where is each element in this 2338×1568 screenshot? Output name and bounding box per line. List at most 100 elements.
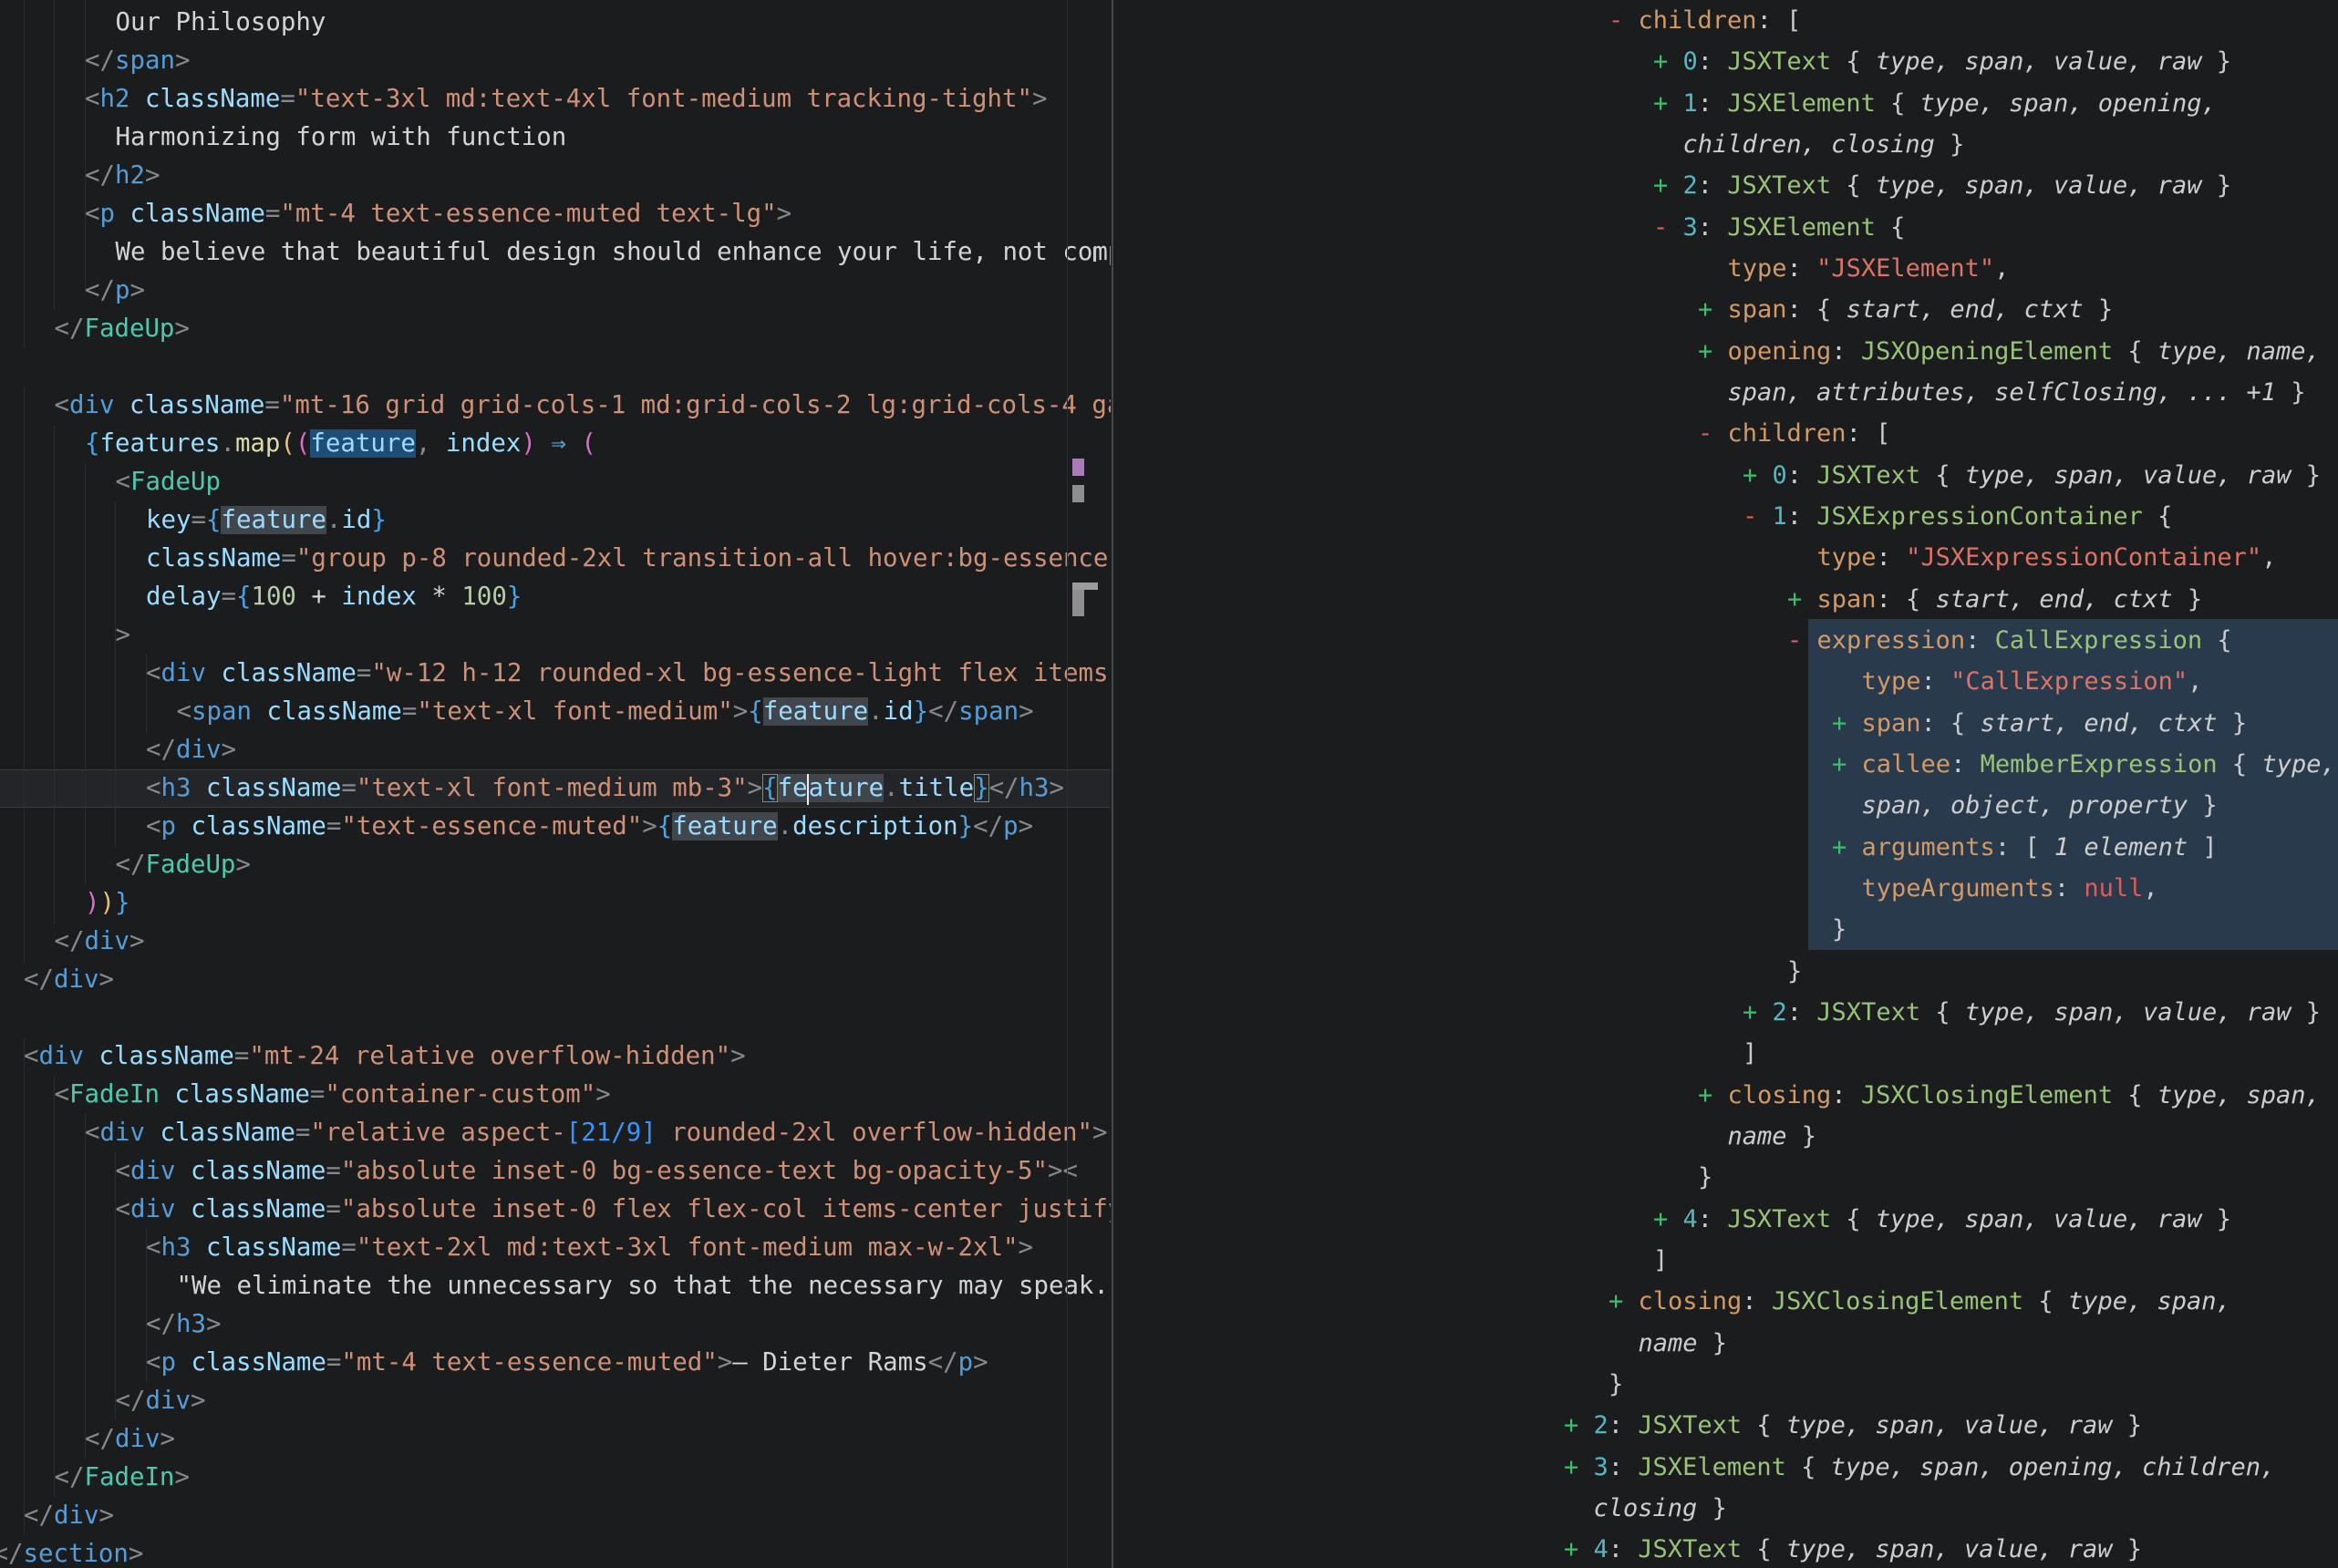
ast-row[interactable]: + 2: JSXText { type, span, value, raw } xyxy=(1564,1405,2142,1446)
ast-row[interactable]: + closing: JSXClosingElement { type, spa… xyxy=(1609,1281,2231,1322)
expand-icon[interactable]: + xyxy=(1832,833,1862,861)
code-line[interactable]: Harmonizing form with function xyxy=(116,119,567,157)
ast-row[interactable]: + 1: JSXElement { type, span, opening, xyxy=(1653,83,2217,124)
code-line[interactable]: <div className="mt-16 grid grid-cols-1 m… xyxy=(55,387,1112,425)
code-line[interactable]: <FadeUp xyxy=(116,463,221,501)
expand-icon[interactable]: + xyxy=(1653,1205,1683,1233)
collapse-icon[interactable]: - xyxy=(1787,626,1817,655)
ast-row[interactable]: + 0: JSXText { type, span, value, raw } xyxy=(1653,41,2231,82)
code-line[interactable]: </FadeUp> xyxy=(116,846,251,884)
code-line[interactable]: <FadeIn className="container-custom"> xyxy=(55,1076,611,1114)
expand-icon[interactable]: + xyxy=(1698,1081,1728,1109)
expand-icon[interactable]: + xyxy=(1832,750,1862,779)
expand-icon[interactable]: + xyxy=(1653,47,1683,76)
code-line[interactable]: Our Philosophy xyxy=(116,4,326,42)
expand-icon[interactable]: + xyxy=(1743,461,1773,490)
ast-row[interactable]: - children: [ xyxy=(1609,0,1801,41)
code-line[interactable]: <div className="w-12 h-12 rounded-xl bg-… xyxy=(146,655,1111,693)
code-line[interactable]: > xyxy=(116,616,131,655)
code-line[interactable]: <h2 className="text-3xl md:text-4xl font… xyxy=(85,80,1047,119)
ast-row[interactable]: + 3: JSXElement { type, span, opening, c… xyxy=(1564,1447,2275,1488)
code-line[interactable]: </section> xyxy=(0,1535,143,1568)
code-line[interactable]: "We eliminate the unnecessary so that th… xyxy=(177,1267,1112,1305)
ast-row[interactable]: ] xyxy=(1653,1240,1668,1281)
ast-row[interactable]: type: "JSXExpressionContainer", xyxy=(1787,537,2276,578)
code-line[interactable]: </div> xyxy=(85,1420,175,1459)
code-line[interactable]: </h3> xyxy=(146,1305,221,1344)
code-line[interactable]: </FadeIn> xyxy=(55,1459,190,1497)
ast-row[interactable]: typeArguments: null, xyxy=(1832,868,2158,909)
code-line[interactable]: <div className="absolute inset-0 flex fl… xyxy=(116,1191,1112,1229)
ast-row[interactable]: } xyxy=(1609,1364,1623,1405)
ast-row[interactable]: name } xyxy=(1609,1323,1727,1364)
ast-row[interactable]: type: "JSXElement", xyxy=(1698,248,2009,289)
ast-row[interactable]: + 4: JSXText { type, span, value, raw } xyxy=(1653,1199,2231,1240)
ast-row[interactable]: - 1: JSXExpressionContainer { xyxy=(1743,496,2172,537)
ast-row[interactable]: + opening: JSXOpeningElement { type, nam… xyxy=(1698,331,2321,372)
ast-row[interactable]: + callee: MemberExpression { type, xyxy=(1832,744,2336,785)
code-line[interactable]: <span className="text-xl font-medium">{f… xyxy=(177,693,1034,731)
ast-row[interactable]: } xyxy=(1698,1157,1712,1198)
code-line[interactable]: </div> xyxy=(116,1382,206,1420)
code-line[interactable]: className="group p-8 rounded-2xl transit… xyxy=(146,540,1111,578)
code-line[interactable]: </div> xyxy=(24,961,114,999)
code-line[interactable]: </div> xyxy=(55,923,145,961)
expand-icon[interactable]: + xyxy=(1564,1453,1594,1481)
ast-row[interactable]: children, closing } xyxy=(1653,124,1964,165)
ast-row[interactable]: + span: { start, end, ctxt } xyxy=(1698,289,2113,330)
expand-icon[interactable]: + xyxy=(1698,337,1728,366)
expand-icon[interactable]: + xyxy=(1787,585,1817,614)
code-line[interactable]: </div> xyxy=(24,1497,114,1535)
code-line[interactable]: <p className="text-essence-muted">{featu… xyxy=(146,808,1033,846)
code-editor-pane[interactable]: Our Philosophy</span><h2 className="text… xyxy=(0,0,1111,1568)
ast-row[interactable]: + span: { start, end, ctxt } xyxy=(1832,703,2247,744)
expand-icon[interactable]: + xyxy=(1609,1287,1639,1315)
code-line[interactable]: key={feature.id} xyxy=(146,501,387,540)
code-line[interactable]: We believe that beautiful design should … xyxy=(116,233,1112,272)
collapse-icon[interactable]: - xyxy=(1653,213,1683,242)
pane-divider[interactable] xyxy=(1112,0,1113,1568)
ast-row[interactable]: + 2: JSXText { type, span, value, raw } xyxy=(1743,992,2321,1033)
ast-row[interactable]: closing } xyxy=(1564,1488,1727,1529)
ast-row[interactable]: + closing: JSXClosingElement { type, spa… xyxy=(1698,1075,2321,1116)
expand-icon[interactable]: + xyxy=(1832,709,1862,738)
code-line[interactable]: <div className="relative aspect-[21/9] r… xyxy=(85,1114,1107,1152)
code-line[interactable]: ))} xyxy=(85,884,130,923)
code-line[interactable]: </FadeUp> xyxy=(55,310,190,348)
code-line[interactable]: </h2> xyxy=(85,157,160,195)
expand-icon[interactable]: + xyxy=(1653,171,1683,200)
code-line[interactable]: <h3 className="text-xl font-medium mb-3"… xyxy=(146,769,1064,808)
ast-row[interactable]: } xyxy=(1832,909,1847,950)
code-line[interactable]: <div className="mt-24 relative overflow-… xyxy=(24,1037,746,1076)
code-line[interactable]: delay={100 + index * 100} xyxy=(146,578,522,616)
ast-row[interactable]: - 3: JSXElement { xyxy=(1653,207,1905,248)
ast-row[interactable]: - children: [ xyxy=(1698,413,1890,454)
expand-icon[interactable]: + xyxy=(1564,1535,1594,1563)
collapse-icon[interactable]: - xyxy=(1743,502,1773,531)
code-line[interactable]: <p className="mt-4 text-essence-muted">—… xyxy=(146,1344,988,1382)
expand-icon[interactable]: + xyxy=(1564,1411,1594,1439)
code-line[interactable]: <h3 className="text-2xl md:text-3xl font… xyxy=(146,1229,1033,1267)
ast-row[interactable]: span, object, property } xyxy=(1832,785,2218,826)
collapse-icon[interactable]: - xyxy=(1609,6,1639,35)
ast-row[interactable]: + arguments: [ 1 element ] xyxy=(1832,827,2218,868)
code-line[interactable]: <p className="mt-4 text-essence-muted te… xyxy=(85,195,791,233)
code-line[interactable]: <div className="absolute inset-0 bg-esse… xyxy=(116,1152,1078,1191)
ast-row[interactable]: type: "CallExpression", xyxy=(1832,661,2202,702)
ast-row[interactable]: + 2: JSXText { type, span, value, raw } xyxy=(1653,165,2231,206)
ast-row[interactable]: + 4: JSXText { type, span, value, raw } xyxy=(1564,1529,2142,1568)
expand-icon[interactable]: + xyxy=(1653,89,1683,118)
ast-row[interactable]: } xyxy=(1787,951,1802,992)
ast-row[interactable]: ] xyxy=(1743,1033,1757,1074)
collapse-icon[interactable]: - xyxy=(1698,419,1728,448)
code-line[interactable]: </span> xyxy=(85,42,190,80)
expand-icon[interactable]: + xyxy=(1743,998,1773,1026)
ast-row[interactable]: name } xyxy=(1698,1116,1816,1157)
ast-tree-pane[interactable]: - children: [+ 0: JSXText { type, span, … xyxy=(1114,0,2338,1568)
code-line[interactable]: </div> xyxy=(146,731,236,769)
expand-icon[interactable]: + xyxy=(1698,295,1728,324)
ast-row[interactable]: + span: { start, end, ctxt } xyxy=(1787,579,2202,620)
code-line[interactable]: {features.map((feature, index) ⇒ ( xyxy=(85,425,596,463)
ast-row[interactable]: - expression: CallExpression { xyxy=(1787,620,2232,661)
code-line[interactable]: </p> xyxy=(85,272,145,310)
